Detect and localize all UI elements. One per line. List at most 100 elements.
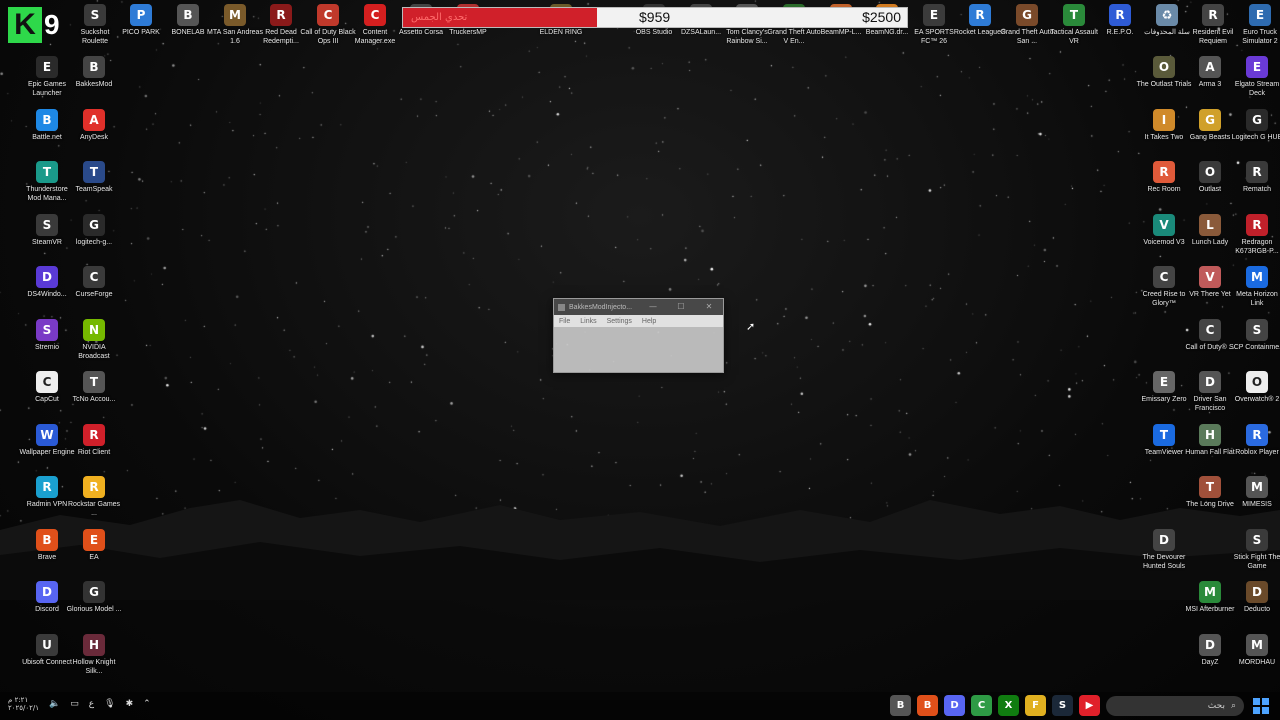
desktop-icon[interactable]: C CurseForge (69, 266, 119, 316)
search-placeholder: بحث (1207, 701, 1225, 711)
desktop-icon[interactable]: T Thunderstore Mod Mana... (22, 161, 72, 211)
desktop-icon[interactable]: B BakkesMod (69, 56, 119, 106)
desktop-icon[interactable]: R Rematch (1232, 161, 1280, 211)
taskbar-clock[interactable]: ٢:٢١ م ٢٠٢٥/٠٢/١ (8, 696, 39, 712)
app-icon: C (364, 4, 386, 26)
desktop-icon[interactable]: M MIMESIS (1232, 476, 1280, 526)
app-icon: P (130, 4, 152, 26)
desktop-icon[interactable]: C Call of Duty Black Ops III (300, 4, 356, 54)
desktop-icon-label: MORDHAU (1238, 658, 1276, 666)
badge-letter: K (8, 7, 42, 43)
app-icon: G (83, 581, 105, 603)
menu-links[interactable]: Links (580, 318, 596, 325)
desktop-icon[interactable]: R Resident Evil Requiem (1188, 4, 1238, 54)
close-button[interactable]: ✕ (695, 299, 723, 315)
desktop-icon[interactable]: P PICO PARK (116, 4, 166, 54)
desktop-icon[interactable]: A AnyDesk (69, 108, 119, 159)
menu-file[interactable]: File (559, 318, 570, 325)
window-title: BakkesModInjecto... (569, 303, 633, 311)
app-icon: R (1153, 161, 1175, 183)
desktop-icon[interactable]: C CapCut (22, 371, 72, 421)
desktop-icon[interactable]: D Deducto (1232, 581, 1280, 631)
desktop-icon[interactable]: B Brave (22, 528, 72, 579)
youtube-icon[interactable]: ▶ (1079, 695, 1100, 716)
menu-help[interactable]: Help (642, 318, 656, 325)
bakkesmod-icon[interactable]: B (890, 695, 911, 716)
desktop-icon[interactable]: R Rockstar Games ... (68, 476, 120, 526)
chevron-up-icon[interactable]: ⌃ (143, 699, 151, 709)
desktop-icon-label: The Devourer Hunted Souls (1142, 553, 1186, 570)
maximize-button[interactable]: ☐ (667, 299, 695, 315)
desktop-icon[interactable]: R Riot Client (69, 423, 119, 474)
bluetooth-icon[interactable]: ✱ (126, 699, 134, 709)
desktop-icon[interactable]: T TcNo Accou... (69, 371, 119, 421)
brave-icon[interactable]: B (917, 695, 938, 716)
taskbar-search[interactable]: بحث ⌕ (1106, 696, 1244, 716)
desktop-icon[interactable]: G Gang Beasts (1185, 108, 1235, 159)
goal-target: $2500 (862, 9, 901, 25)
desktop-icon[interactable]: S Stick Fight The Game (1232, 528, 1280, 579)
desktop-icon-label: ELDEN RING (539, 29, 583, 36)
desktop-icon[interactable]: D DayZ (1185, 633, 1235, 684)
minimize-button[interactable]: — (639, 299, 667, 315)
desktop-icon[interactable]: E EA (69, 528, 119, 579)
desktop-icon[interactable]: R Redragon K673RGB-P... (1232, 213, 1280, 264)
desktop-icon[interactable]: R Roblox Player (1232, 423, 1280, 474)
desktop-icon[interactable]: W Wallpaper Engine (20, 423, 75, 474)
desktop-icon[interactable]: O Outlast (1185, 161, 1235, 211)
desktop-icon[interactable]: D DS4Windo... (22, 266, 72, 316)
desktop-icon[interactable]: G Logitech G HUB (1232, 108, 1280, 159)
start-button[interactable] (1250, 695, 1272, 717)
desktop-icon[interactable]: L Lunch Lady (1185, 213, 1235, 264)
discord-icon[interactable]: D (944, 695, 965, 716)
desktop-icon[interactable]: C Call of Duty® ... (1185, 318, 1235, 369)
desktop-icon[interactable]: S SteamVR (22, 213, 72, 264)
desktop-icon[interactable]: N NVIDIA Broadcast (69, 318, 119, 369)
desktop-icon[interactable]: A Arma 3 (1185, 56, 1235, 106)
desktop-icon[interactable]: M MSI Afterburner (1185, 581, 1235, 631)
steam-icon[interactable]: S (1052, 695, 1073, 716)
explorer-icon[interactable]: F (1025, 695, 1046, 716)
desktop-icon[interactable]: S Stremio (22, 318, 72, 369)
app-icon: M (224, 4, 246, 26)
desktop-icon[interactable]: M Meta Horizon Link (1232, 266, 1280, 316)
desktop-icon[interactable]: Glogitech-g... (69, 213, 119, 264)
desktop-icon[interactable]: E Euro Truck Simulator 2 (1235, 4, 1280, 54)
xbox-icon[interactable]: X (998, 695, 1019, 716)
desktop-icon[interactable]: G Grand Theft Auto San ... (1000, 4, 1054, 54)
desktop-icon[interactable]: E Elgato Stream Deck (1232, 56, 1280, 106)
app-icon: D (1199, 371, 1221, 393)
desktop-icon[interactable]: D The Devourer Hunted Souls (1139, 528, 1189, 579)
desktop-icon-label: NVIDIA Broadcast (78, 343, 110, 360)
bakkesmod-injector-window[interactable]: BakkesModInjecto... — ☐ ✕ File Links Set… (553, 298, 724, 373)
desktop-icon[interactable]: D Driver San Francisco (1185, 371, 1235, 421)
chrome-icon[interactable]: C (971, 695, 992, 716)
desktop-icon[interactable]: H Hollow Knight Silk... (69, 633, 119, 684)
language-indicator[interactable]: ع (89, 699, 94, 709)
desktop-icon[interactable]: R R.E.P.O. (1095, 4, 1145, 54)
desktop-icon[interactable]: H Human Fall Flat (1185, 423, 1235, 474)
desktop-icon[interactable]: M MORDHAU (1232, 633, 1280, 684)
desktop-icon[interactable]: E Epic Games Launcher (22, 56, 72, 106)
mountain-silhouette (0, 500, 1280, 600)
menu-settings[interactable]: Settings (607, 318, 632, 325)
desktop-icon[interactable]: R Radmin VPN (22, 476, 72, 526)
desktop-icon[interactable]: B BONELAB (163, 4, 213, 54)
app-icon: C (83, 266, 105, 288)
desktop-icon[interactable]: B Battle.net (22, 108, 72, 159)
desktop-icon[interactable]: S SCP Containme... (1229, 318, 1280, 369)
desktop-icon[interactable]: R Rocket League® (954, 4, 1006, 54)
desktop-icon[interactable]: U Ubisoft Connect (22, 633, 72, 684)
window-titlebar[interactable]: BakkesModInjecto... — ☐ ✕ (554, 299, 723, 315)
desktop-icon[interactable]: V VR There Yet (1185, 266, 1235, 316)
desktop-icon[interactable]: R Red Dead Redempti... (256, 4, 306, 54)
desktop-icon[interactable]: O Overwatch® 2 (1232, 371, 1280, 421)
network-icon[interactable]: ▭ (70, 699, 79, 709)
volume-icon[interactable]: 🔈 (49, 699, 60, 709)
microphone-icon[interactable]: 🎙 (104, 699, 115, 709)
desktop-icon[interactable]: T The Long Drive (1185, 476, 1235, 526)
desktop-icon[interactable]: G Glorious Model ... (67, 581, 121, 631)
desktop-icon[interactable]: D Discord (22, 581, 72, 631)
desktop-icon[interactable]: T TeamSpeak (69, 161, 119, 211)
desktop-icon-label: Deducto (1243, 606, 1271, 613)
